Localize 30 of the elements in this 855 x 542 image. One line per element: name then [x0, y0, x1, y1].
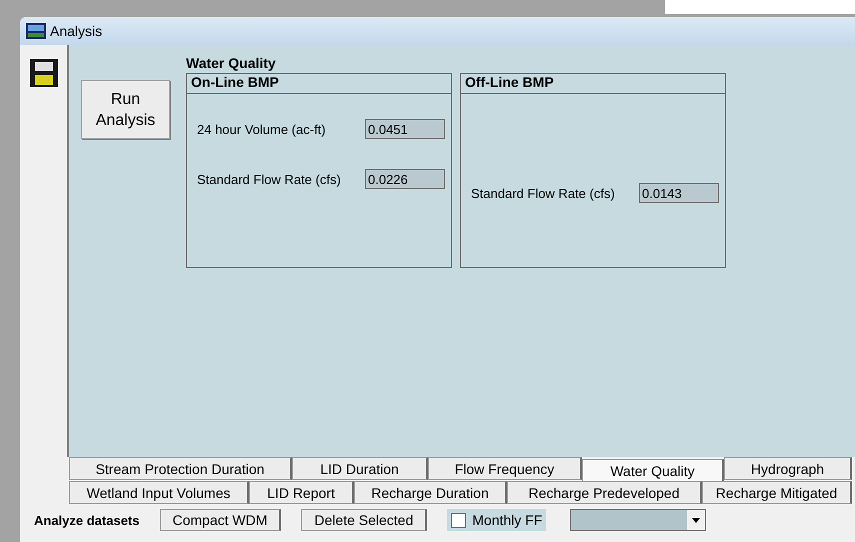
save-icon[interactable] [30, 59, 58, 87]
checkbox-label: Monthly FF [472, 512, 542, 528]
tab[interactable]: Flow Frequency [428, 457, 582, 480]
section-title: Water Quality [186, 55, 277, 73]
tab[interactable]: Hydrograph [724, 457, 852, 480]
field-label: Standard Flow Rate (cfs) [197, 172, 341, 186]
field-label: Standard Flow Rate (cfs) [471, 186, 615, 200]
analyze-datasets-label: Analyze datasets [34, 512, 140, 528]
value-field[interactable]: 0.0451 [365, 119, 445, 139]
tab[interactable]: Water Quality [582, 459, 724, 482]
value-field[interactable]: 0.0226 [365, 169, 445, 189]
run-analysis-button[interactable]: Run Analysis [81, 80, 170, 139]
tab[interactable]: Recharge Predeveloped [507, 481, 702, 504]
checkbox[interactable] [451, 512, 466, 528]
app-icon [26, 23, 46, 39]
window-title: Analysis [50, 23, 102, 39]
value-field[interactable]: 0.0143 [639, 183, 719, 203]
tab[interactable]: Recharge Duration [354, 481, 507, 504]
field-label: 24 hour Volume (ac-ft) [197, 122, 326, 136]
tab[interactable]: Wetland Input Volumes [69, 481, 249, 504]
action-button[interactable]: Delete Selected [301, 509, 428, 531]
tab[interactable]: LID Report [249, 481, 354, 504]
dropdown-arrow-icon [692, 518, 700, 522]
tab[interactable]: Recharge Mitigated [702, 481, 852, 504]
action-button[interactable]: Compact WDM [160, 509, 282, 531]
tab[interactable]: LID Duration [292, 457, 428, 480]
group-title: Off-Line BMP [461, 74, 725, 94]
tab[interactable]: Stream Protection Duration [69, 457, 292, 480]
dropdown[interactable] [570, 509, 706, 531]
group-title: On-Line BMP [187, 74, 451, 94]
